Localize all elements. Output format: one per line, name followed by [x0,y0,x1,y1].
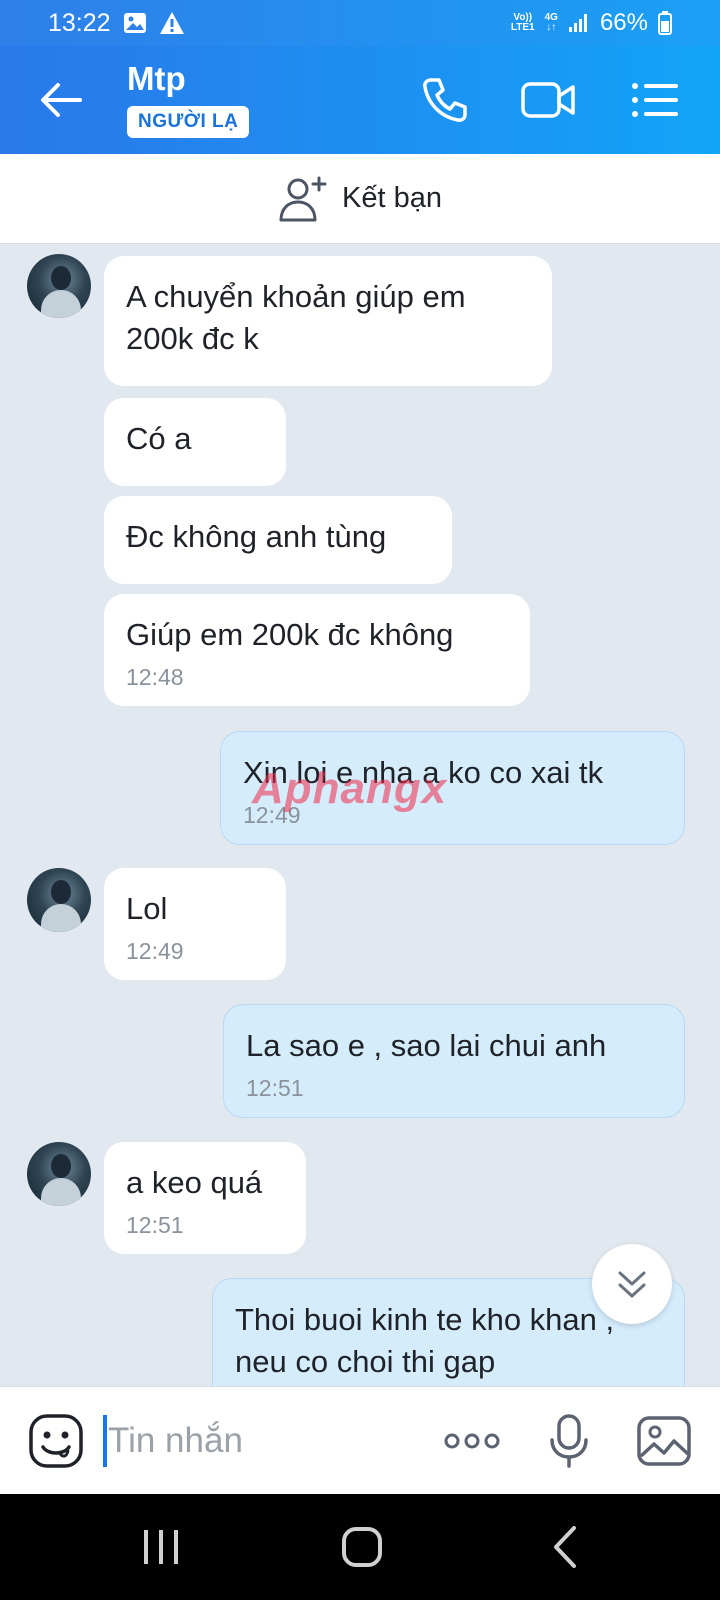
composer-bar [0,1386,720,1494]
gallery-notification-icon [123,13,146,33]
add-friend-label: Kết bạn [342,182,442,214]
message-text: Giúp em 200k đc không [126,617,454,652]
status-bar: 13:22 Vo)) LTE1 4G ↓↑ 66% [0,0,720,46]
message-time: 12:51 [246,1075,304,1101]
message-bubble[interactable]: A chuyển khoản giúp em 200k đc k [104,256,552,386]
video-camera-icon[interactable] [520,72,576,128]
message-text: Xin loi e nha a ko co xai tk [243,755,604,790]
message-bubble[interactable]: Xin loi e nha a ko co xai tk 12:49 [220,731,685,845]
system-nav-bar [0,1494,720,1600]
back-nav-icon[interactable] [540,1524,590,1570]
add-user-icon [279,176,327,221]
microphone-icon[interactable] [541,1413,597,1469]
status-time: 13:22 [48,8,111,37]
chevron-double-down-icon [618,1271,646,1298]
message-list[interactable]: A chuyển khoản giúp em 200k đc k Có a Đc… [0,244,720,1386]
message-time: 12:48 [126,664,184,690]
message-time: 12:49 [243,802,301,828]
message-text: a keo quá [126,1165,263,1200]
message-text: Đc không anh tùng [126,519,387,554]
warning-icon [159,12,184,34]
message-time: 12:51 [126,1212,184,1238]
scroll-to-bottom-button[interactable] [592,1244,672,1324]
chat-header: Mtp NGƯỜI LẠ [0,46,720,154]
message-bubble[interactable]: La sao e , sao lai chui anh 12:51 [223,1004,685,1118]
message-text: Có a [126,421,192,456]
add-friend-button[interactable]: Kết bạn [0,154,720,244]
text-cursor [103,1415,107,1467]
avatar[interactable] [27,254,91,318]
message-input[interactable] [108,1411,408,1471]
message-bubble[interactable]: Đc không anh tùng [104,496,452,584]
list-menu-icon[interactable] [627,72,683,128]
more-dots-icon[interactable] [444,1413,500,1469]
emoji-icon[interactable] [28,1413,84,1469]
message-bubble[interactable]: Giúp em 200k đc không 12:48 [104,594,530,706]
avatar[interactable] [27,868,91,932]
battery-icon [658,11,672,35]
message-bubble[interactable]: Có a [104,398,286,486]
message-text: Thoi buoi kinh te kho khan , neu co choi… [235,1302,615,1379]
message-bubble[interactable]: Lol 12:49 [104,868,286,980]
volte-indicator: Vo)) LTE1 [510,12,535,33]
message-text: Lol [126,891,168,926]
home-icon[interactable] [337,1524,387,1570]
arrow-left-icon[interactable] [36,74,88,126]
battery-percent: 66% [599,9,648,36]
message-text: A chuyển khoản giúp em 200k đc k [126,279,466,356]
recent-apps-icon[interactable] [136,1524,186,1570]
message-bubble[interactable]: a keo quá 12:51 [104,1142,306,1254]
network-indicator: 4G ↓↑ [544,12,558,33]
phone-icon[interactable] [417,72,473,128]
contact-name[interactable]: Mtp [127,60,186,98]
message-text: La sao e , sao lai chui anh [246,1028,607,1063]
message-time: 12:49 [126,938,184,964]
avatar[interactable] [27,1142,91,1206]
signal-icon [568,14,587,32]
image-icon[interactable] [636,1413,692,1469]
stranger-badge: NGƯỜI LẠ [127,106,250,138]
